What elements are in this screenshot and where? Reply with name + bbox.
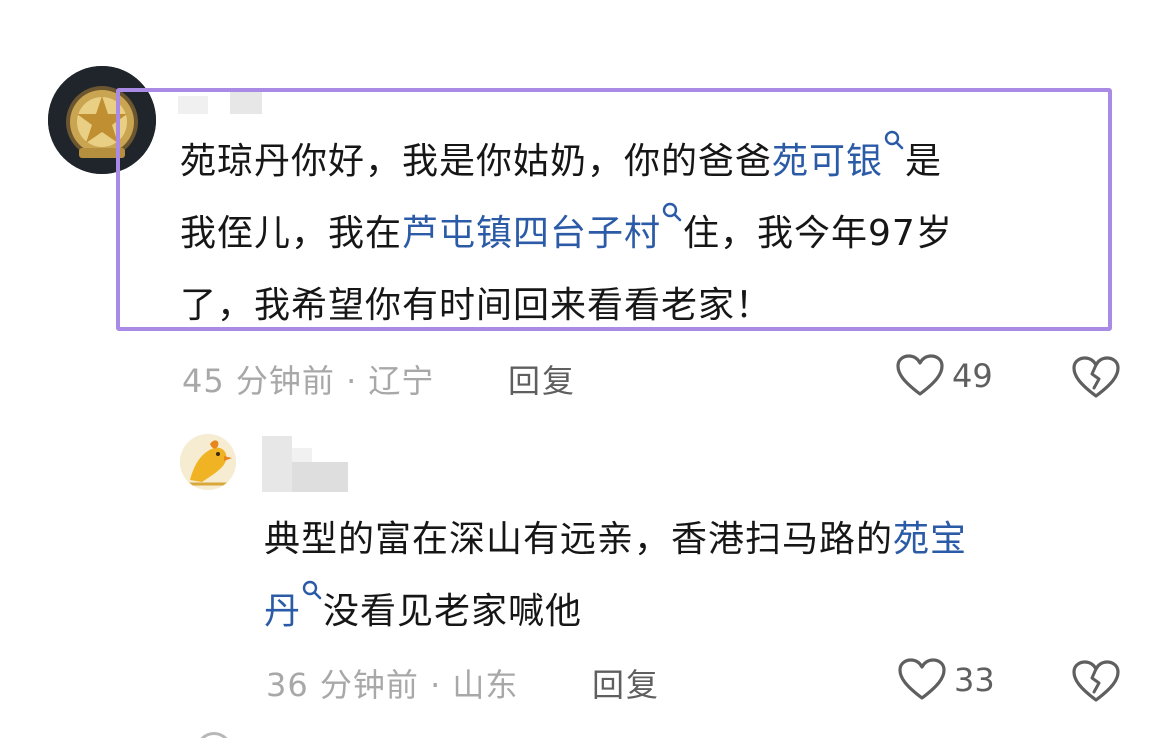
search-icon[interactable] (301, 576, 323, 612)
broken-heart-icon (1072, 660, 1120, 702)
comment-line: 典型的富在深山有远亲，香港扫马路的苑宝 (264, 504, 1114, 576)
blurred-username (262, 436, 292, 492)
comment-line: 丹没看见老家喊他 (264, 576, 1114, 648)
text-segment: 苑琼丹你好，我是你姑奶，你的爸爸 (180, 141, 773, 182)
reply-button[interactable]: 回复 (508, 356, 576, 402)
like-count: 49 (952, 357, 993, 395)
search-icon[interactable] (661, 198, 683, 234)
like-button[interactable]: 49 (896, 354, 993, 398)
comment-thread: 苑琼丹你好，我是你姑奶，你的爸爸苑可银是 我侄儿，我在芦屯镇四台子村 住，我今年9… (0, 0, 1170, 738)
text-segment: 我侄儿，我在 (180, 213, 403, 254)
like-count: 33 (954, 661, 995, 699)
comment-meta: 45 分钟前 · 辽宁 (182, 362, 435, 400)
reply-button[interactable]: 回复 (592, 660, 660, 706)
heart-icon (898, 658, 946, 700)
search-icon[interactable] (883, 126, 905, 162)
blurred-username (292, 448, 312, 462)
avatar[interactable] (196, 732, 232, 738)
dislike-button[interactable] (1072, 356, 1120, 404)
comment-line: 我侄儿，我在芦屯镇四台子村 住，我今年97岁 (180, 198, 1110, 270)
search-link[interactable]: 丹 (264, 591, 301, 632)
text-segment: 是 (905, 141, 943, 182)
comment-line: 苑琼丹你好，我是你姑奶，你的爸爸苑可银是 (180, 126, 1110, 198)
search-link[interactable]: 苑可银 (772, 141, 883, 182)
blurred-username (292, 462, 348, 492)
text-segment: 了，我希望你有时间回来看看老家！ (180, 285, 773, 326)
comment-text: 典型的富在深山有远亲，香港扫马路的苑宝 丹没看见老家喊他 (264, 504, 1114, 648)
text-segment: 没看见老家喊他 (323, 591, 583, 632)
like-button[interactable]: 33 (898, 658, 995, 702)
comment-meta: 36 分钟前 · 山东 (266, 666, 519, 704)
comment-line: 了，我希望你有时间回来看看老家！ (180, 270, 1110, 342)
rooster-icon (180, 434, 236, 490)
text-segment: 典型的富在深山有远亲，香港扫马路的 (264, 519, 894, 560)
search-link[interactable]: 芦屯镇四台子村 (402, 213, 661, 254)
dislike-button[interactable] (1072, 660, 1120, 708)
broken-heart-icon (1072, 356, 1120, 398)
text-segment: 住，我今年97岁 (683, 213, 953, 254)
comment-text: 苑琼丹你好，我是你姑奶，你的爸爸苑可银是 我侄儿，我在芦屯镇四台子村 住，我今年9… (180, 126, 1110, 342)
search-link[interactable]: 苑宝 (893, 519, 967, 560)
heart-icon (896, 354, 944, 396)
avatar[interactable] (180, 434, 236, 490)
